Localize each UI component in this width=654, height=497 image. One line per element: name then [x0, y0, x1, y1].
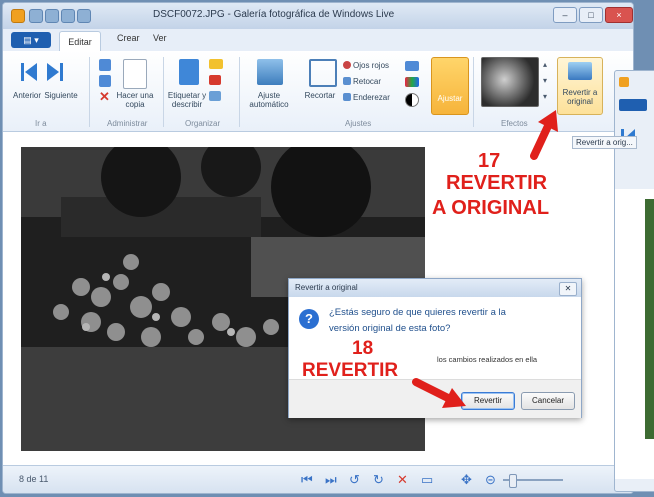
revertir-label: Revertir a original [562, 88, 598, 106]
rating-icon[interactable] [209, 59, 223, 69]
tab-editar[interactable]: Editar [59, 31, 101, 52]
delete-photo-icon[interactable]: ✕ [397, 472, 408, 488]
dialog-title-bar: Revertir a original ✕ [289, 279, 581, 297]
file-menu-button[interactable]: ▤ ▾ [11, 32, 51, 48]
recortar-button[interactable]: Recortar [299, 91, 341, 100]
auto-adjust-icon [257, 59, 283, 85]
straighten-icon [343, 93, 351, 101]
forward-icon[interactable] [45, 9, 59, 23]
step-18-text: REVERTIR [302, 360, 399, 381]
undo-icon[interactable] [61, 9, 75, 23]
flag-icon[interactable] [209, 75, 221, 85]
etiquetar-button[interactable]: Etiquetar y describir [165, 91, 209, 109]
divider [163, 57, 164, 127]
dialog-message-line2: versión original de esta foto? [329, 323, 451, 334]
dialog-title: Revertir a original [295, 283, 358, 292]
copy-icon [123, 59, 147, 89]
group-label-administrar: Administrar [107, 119, 148, 128]
group-label-efectos: Efectos [501, 119, 528, 128]
rotate-left-icon[interactable]: ↺ [349, 472, 360, 488]
group-label-ajustes: Ajustes [345, 119, 372, 128]
dialog-note: los cambios realizados en ella [437, 355, 538, 364]
ribbon-tabs: ▤ ▾ Editar Crear Ver [3, 29, 633, 52]
question-icon: ? [299, 309, 319, 329]
step-17-line2: A ORIGINAL [432, 197, 550, 219]
zoom-icon[interactable]: ⊝ [485, 472, 496, 488]
rotate-right-icon[interactable]: ↻ [373, 472, 384, 488]
close-button[interactable]: × [605, 7, 633, 23]
dialog-close-button[interactable]: ✕ [559, 282, 577, 296]
crop-icon [309, 59, 337, 87]
back-icon[interactable] [29, 9, 43, 23]
enderezar-button[interactable]: Enderezar [353, 93, 390, 102]
ajustar-button[interactable]: Ajustar [431, 57, 469, 115]
effects-scroll-icon[interactable]: ▴ ▾ ▾ [541, 57, 549, 105]
siguiente-button[interactable]: Siguiente [43, 91, 79, 100]
step-18-number: 18 [352, 338, 374, 359]
tag-icon [179, 59, 199, 85]
arrow-17-icon [530, 110, 558, 160]
app-icon [619, 77, 629, 87]
color-photo-edge [645, 199, 654, 439]
exposure-icon[interactable] [405, 61, 419, 71]
arrow-18-icon [412, 378, 466, 408]
dialog-message-line1: ¿Estás seguro de que quieres revertir a … [329, 307, 506, 318]
title-bar: DSCF0072.JPG - Galería fotográfica de Wi… [3, 3, 633, 29]
status-bar: 8 de 11 ⏮ ⏭ ↺ ↻ ✕ ▭ ✥ ⊝ [3, 465, 633, 493]
page-indicator: 8 de 11 [19, 474, 49, 484]
divider [239, 57, 240, 127]
step-17-line1: REVERTIR [446, 172, 548, 194]
maximize-button[interactable]: □ [579, 7, 603, 23]
previous-photo-icon[interactable]: ⏮ [301, 472, 313, 488]
file-menu-button[interactable] [619, 99, 647, 111]
ajustar-label: Ajustar [437, 94, 463, 103]
photo-gallery-window: DSCF0072.JPG - Galería fotográfica de Wi… [2, 2, 634, 494]
revertir-a-original-button[interactable]: Revertir a original [557, 57, 603, 115]
delete-icon[interactable]: ✕ [99, 90, 111, 103]
tab-crear[interactable]: Crear [117, 33, 140, 43]
revert-icon [568, 62, 592, 80]
effects-thumbnail-icon[interactable] [481, 57, 539, 107]
hacer-copia-button[interactable]: Hacer una copia [115, 91, 155, 109]
window-title: DSCF0072.JPG - Galería fotográfica de Wi… [153, 9, 395, 20]
divider [89, 57, 90, 127]
slideshow-icon[interactable]: ▭ [421, 472, 433, 488]
photo-area [615, 189, 654, 479]
group-label-ir: Ir a [35, 119, 47, 128]
retouch-icon [343, 77, 351, 85]
red-eye-icon [343, 61, 351, 69]
color-icon[interactable] [405, 77, 419, 87]
properties-icon[interactable] [209, 91, 221, 101]
next-photo-icon[interactable]: ⏭ [325, 472, 337, 488]
anterior-button[interactable]: Anterior [9, 91, 45, 100]
app-icon [11, 9, 25, 23]
group-label-organizar: Organizar [185, 119, 221, 128]
ajuste-automatico-button[interactable]: Ajuste automático [245, 91, 293, 109]
second-gallery-window [614, 70, 654, 492]
actual-size-icon[interactable]: ✥ [461, 472, 472, 488]
cancelar-button[interactable]: Cancelar [521, 392, 575, 410]
rotate-icon[interactable] [77, 9, 91, 23]
minimize-button[interactable]: – [553, 7, 577, 23]
retocar-button[interactable]: Retocar [353, 77, 381, 86]
revertir-button[interactable]: Revertir [461, 392, 515, 410]
divider [473, 57, 474, 127]
rotate-left-icon[interactable] [99, 59, 111, 71]
rotate-right-icon[interactable] [99, 75, 111, 87]
step-17-number: 17 [478, 150, 501, 172]
ojos-rojos-button[interactable]: Ojos rojos [353, 61, 389, 70]
zoom-slider-thumb[interactable] [509, 474, 517, 488]
previous-icon [21, 61, 37, 83]
tab-ver[interactable]: Ver [153, 33, 167, 43]
tooltip: Revertir a orig... [572, 136, 637, 149]
black-white-icon[interactable] [405, 93, 419, 107]
next-icon [47, 61, 63, 83]
